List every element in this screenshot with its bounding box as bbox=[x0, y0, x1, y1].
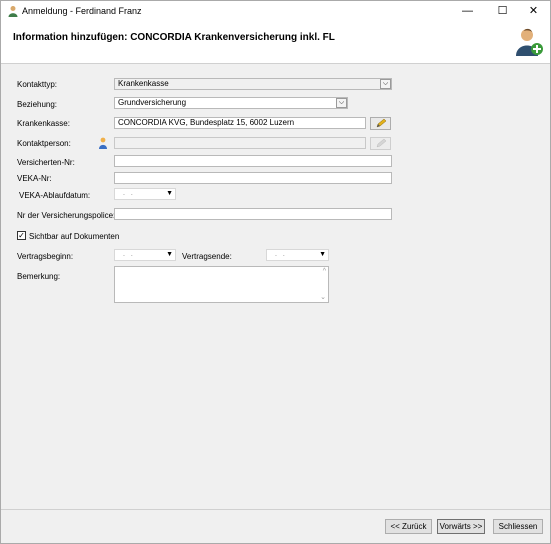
dialog-window: Anmeldung - Ferdinand Franz — ☐ ✕ Inform… bbox=[0, 0, 551, 544]
sichtbar-checkbox[interactable]: ✓ bbox=[17, 231, 26, 240]
close-button[interactable]: Schliessen bbox=[493, 519, 543, 534]
versicherten-nr-label: Versicherten-Nr: bbox=[17, 158, 75, 167]
veka-ablaufdatum-picker[interactable]: . . ▼ bbox=[114, 188, 176, 200]
next-button[interactable]: Vorwärts >> bbox=[437, 519, 485, 534]
kontaktperson-label: Kontaktperson: bbox=[17, 139, 71, 148]
kontaktperson-field[interactable] bbox=[114, 137, 366, 149]
veka-nr-field[interactable] bbox=[114, 172, 392, 184]
beziehung-label: Beziehung: bbox=[17, 100, 58, 109]
app-person-icon bbox=[8, 6, 18, 17]
kontakttyp-select[interactable]: Krankenkasse bbox=[114, 78, 392, 90]
vertragsbeginn-picker[interactable]: . . ▼ bbox=[114, 249, 176, 261]
footer-divider bbox=[1, 509, 550, 510]
versicherten-nr-field[interactable] bbox=[114, 155, 392, 167]
bemerkung-label: Bemerkung: bbox=[17, 272, 61, 281]
kontakttyp-dropdown-icon[interactable]: ⌵ bbox=[380, 79, 391, 89]
veka-ablaufdatum-label: VEKA-Ablaufdatum: bbox=[19, 191, 91, 200]
police-label: Nr der Versicherungspolice: bbox=[17, 211, 116, 220]
krankenkasse-label: Krankenkasse: bbox=[17, 119, 70, 128]
dialog-header: Information hinzufügen: CONCORDIA Kranke… bbox=[1, 21, 550, 64]
dropdown-arrow-icon[interactable]: ▼ bbox=[166, 189, 173, 199]
pencil-icon bbox=[376, 138, 386, 148]
pencil-icon bbox=[376, 118, 386, 128]
date-placeholder: . . bbox=[275, 251, 287, 258]
add-contact-person-icon bbox=[516, 28, 543, 56]
date-placeholder: . . bbox=[123, 190, 135, 197]
bemerkung-textarea[interactable]: ^ ⌄ bbox=[114, 266, 329, 303]
scroll-up-icon[interactable]: ^ bbox=[323, 268, 326, 275]
beziehung-dropdown-icon[interactable]: ⌵ bbox=[336, 98, 347, 108]
krankenkasse-field[interactable]: CONCORDIA KVG, Bundesplatz 15, 6002 Luze… bbox=[114, 117, 366, 129]
maximize-button[interactable]: ☐ bbox=[486, 1, 519, 21]
back-button[interactable]: << Zurück bbox=[385, 519, 432, 534]
krankenkasse-edit-button[interactable] bbox=[370, 117, 391, 130]
dropdown-arrow-icon[interactable]: ▼ bbox=[166, 250, 173, 260]
date-placeholder: . . bbox=[123, 251, 135, 258]
minimize-button[interactable]: — bbox=[451, 1, 484, 21]
vertragsende-picker[interactable]: . . ▼ bbox=[266, 249, 329, 261]
vertragsbeginn-label: Vertragsbeginn: bbox=[17, 252, 74, 261]
beziehung-select[interactable]: Grundversicherung bbox=[114, 97, 348, 109]
sichtbar-label[interactable]: Sichtbar auf Dokumenten bbox=[29, 232, 119, 241]
contact-person-icon bbox=[99, 137, 107, 149]
title-bar: Anmeldung - Ferdinand Franz — ☐ ✕ bbox=[1, 1, 550, 21]
vertragsende-label: Vertragsende: bbox=[182, 252, 232, 261]
window-title: Anmeldung - Ferdinand Franz bbox=[22, 6, 142, 16]
scroll-down-icon[interactable]: ⌄ bbox=[320, 293, 326, 301]
kontakttyp-label: Kontakttyp: bbox=[17, 80, 58, 89]
close-window-button[interactable]: ✕ bbox=[517, 1, 550, 21]
kontaktperson-edit-button[interactable] bbox=[370, 137, 391, 150]
veka-nr-label: VEKA-Nr: bbox=[17, 174, 52, 183]
page-title: Information hinzufügen: CONCORDIA Kranke… bbox=[13, 32, 335, 43]
police-field[interactable] bbox=[114, 208, 392, 220]
dropdown-arrow-icon[interactable]: ▼ bbox=[319, 250, 326, 260]
